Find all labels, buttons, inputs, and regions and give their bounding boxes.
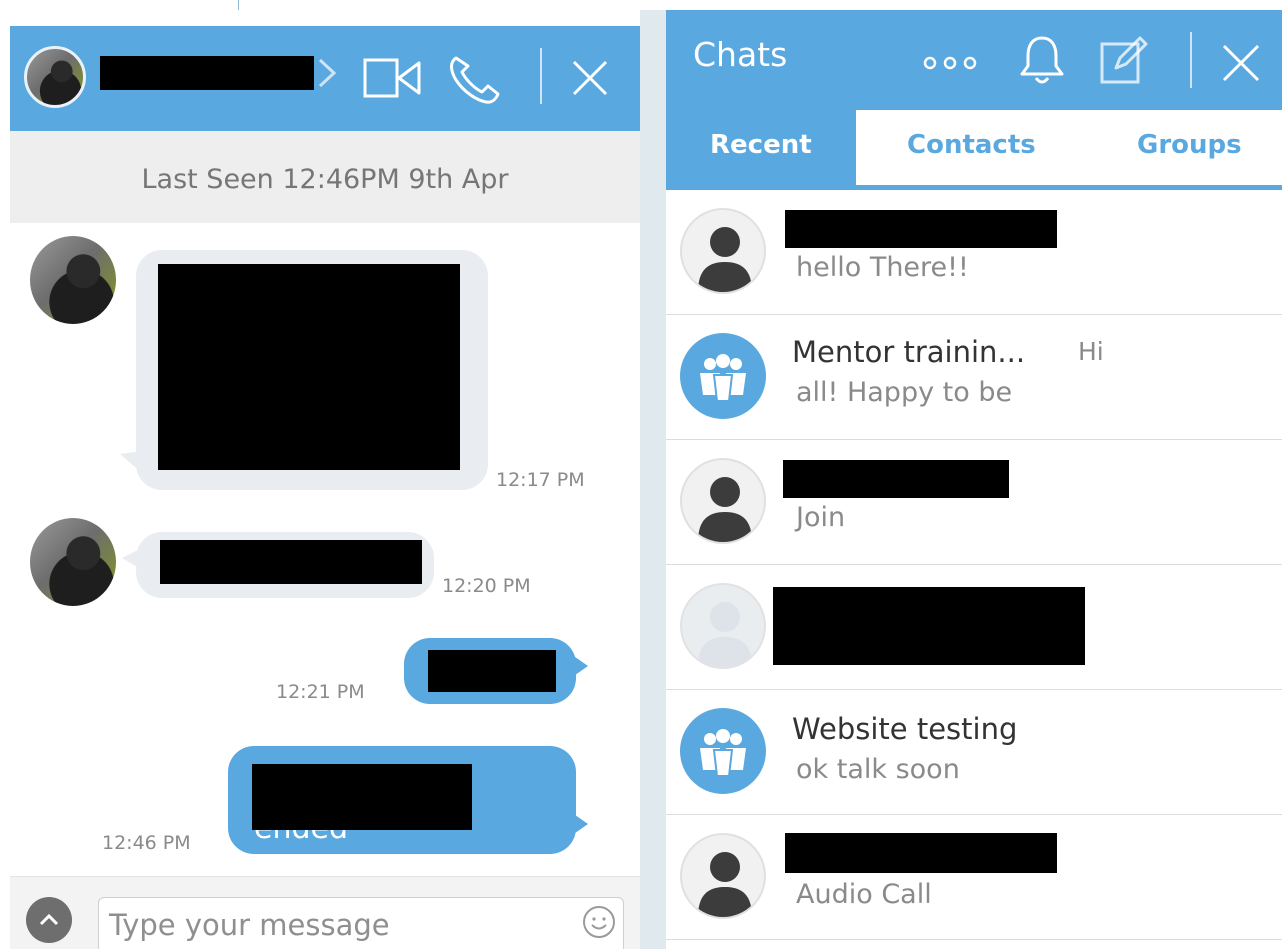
- message-bubble-outgoing[interactable]: [404, 638, 588, 704]
- panel-header: Chats: [666, 10, 1282, 110]
- conversation-row[interactable]: Audio Call: [666, 815, 1282, 940]
- conversation-name-redacted: [773, 587, 1085, 665]
- video-camera-icon[interactable]: [362, 56, 424, 100]
- compose-icon[interactable]: [1098, 34, 1148, 86]
- message-text-redacted: [160, 540, 422, 584]
- chevron-up-icon: [39, 913, 59, 926]
- person-silhouette-icon: [698, 227, 752, 292]
- conversation-preview-start: Hi: [1078, 337, 1104, 366]
- last-seen-status: Last Seen 12:46PM 9th Apr: [10, 131, 640, 223]
- phone-icon[interactable]: [446, 52, 504, 106]
- message-time: 12:17 PM: [496, 469, 585, 491]
- conversation-row[interactable]: [666, 565, 1282, 690]
- bubble-tail: [120, 450, 150, 480]
- bubble-tail: [568, 652, 588, 680]
- more-dots-icon[interactable]: [920, 52, 980, 74]
- person-silhouette-icon: [698, 602, 752, 667]
- scroll-up-button[interactable]: [26, 897, 72, 943]
- message-time: 12:20 PM: [442, 575, 531, 597]
- message-sender-avatar: [30, 518, 116, 606]
- bubble-tail: [122, 546, 146, 572]
- person-silhouette-icon: [698, 852, 752, 917]
- chat-header: [10, 26, 640, 131]
- conversation-preview: ok talk soon: [796, 754, 960, 785]
- message-composer: Type your message: [10, 876, 640, 949]
- message-bubble-incoming[interactable]: [122, 532, 434, 598]
- background-strip: [640, 10, 666, 949]
- message-bubble-outgoing[interactable]: ended: [228, 746, 588, 854]
- bell-icon[interactable]: [1016, 32, 1068, 88]
- message-input[interactable]: Type your message: [98, 897, 624, 949]
- close-icon[interactable]: [568, 56, 612, 100]
- header-divider: [1190, 32, 1192, 88]
- group-icon: [700, 729, 746, 777]
- conversation-preview: Audio Call: [796, 879, 932, 910]
- message-time: 12:21 PM: [276, 681, 365, 703]
- message-time: 12:46 PM: [102, 832, 191, 854]
- person-avatar: [680, 458, 766, 544]
- close-icon[interactable]: [1220, 42, 1262, 84]
- chevron-right-icon[interactable]: [316, 56, 338, 90]
- message-bubble-incoming[interactable]: [120, 250, 488, 490]
- conversation-preview: all! Happy to be: [796, 377, 1013, 408]
- tabs-bar: Recent Contacts Groups: [666, 110, 1282, 190]
- person-silhouette-icon: [698, 477, 752, 542]
- message-text-redacted: [158, 264, 460, 470]
- message-sender-avatar: [30, 236, 116, 324]
- bubble-tail: [568, 810, 588, 838]
- conversation-preview: Join: [796, 502, 846, 533]
- message-input-placeholder: Type your message: [109, 908, 390, 942]
- conversation-name-redacted: [783, 460, 1009, 498]
- chat-window: Last Seen 12:46PM 9th Apr 12:17 PM 12:20…: [10, 26, 640, 949]
- conversation-preview: hello There!!: [796, 252, 969, 283]
- tab-contacts[interactable]: Contacts: [907, 130, 1036, 160]
- header-divider: [540, 48, 542, 104]
- group-icon: [700, 354, 746, 402]
- chats-panel: Chats Recent Contacts Groups hello There…: [666, 10, 1282, 949]
- group-avatar: [680, 708, 766, 794]
- window-edge-line: [238, 0, 239, 10]
- conversation-row[interactable]: hello There!!: [666, 190, 1282, 315]
- conversation-row[interactable]: Mentor trainin... Hi all! Happy to be: [666, 315, 1282, 440]
- conversation-name: Mentor trainin...: [792, 335, 1026, 369]
- conversation-name-redacted: [785, 833, 1057, 873]
- conversation-name: Website testing: [792, 712, 1018, 746]
- conversation-row[interactable]: Website testing ok talk soon: [666, 690, 1282, 815]
- person-avatar: [680, 833, 766, 919]
- group-avatar: [680, 333, 766, 419]
- contact-avatar[interactable]: [24, 46, 86, 108]
- tab-recent[interactable]: Recent: [710, 130, 812, 160]
- panel-title: Chats: [693, 35, 788, 74]
- message-text-redacted: [252, 764, 472, 830]
- person-avatar: [680, 208, 766, 294]
- contact-name-redacted[interactable]: [100, 56, 314, 90]
- blank-avatar: [680, 583, 766, 669]
- smiley-icon[interactable]: [581, 904, 617, 940]
- conversation-name-redacted: [785, 210, 1057, 248]
- tab-groups[interactable]: Groups: [1137, 130, 1242, 160]
- conversation-row[interactable]: Join: [666, 440, 1282, 565]
- message-text-redacted: [428, 650, 556, 692]
